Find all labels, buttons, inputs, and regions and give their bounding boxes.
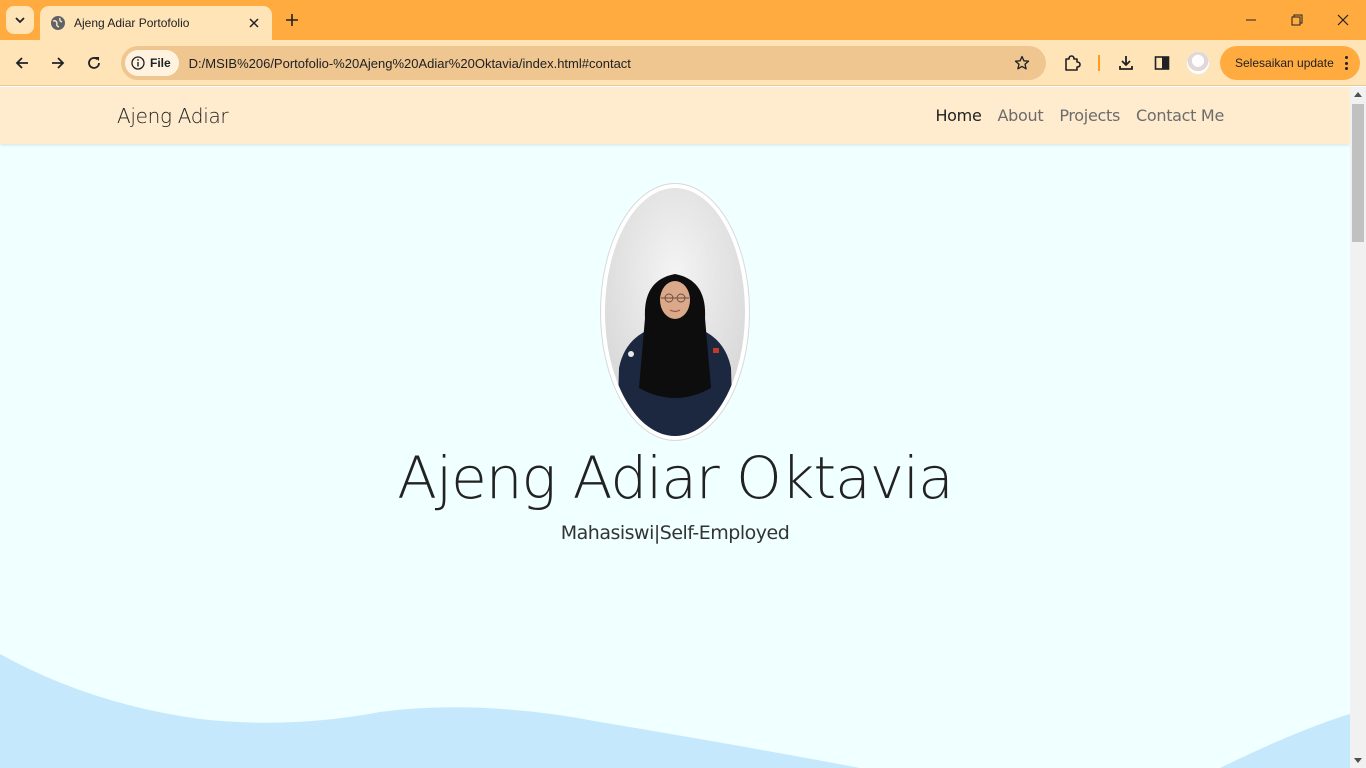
nav-link-projects[interactable]: Projects [1059,106,1120,125]
restore-button[interactable] [1274,0,1320,40]
chevron-down-icon [15,17,25,24]
hero-section: Ajeng Adiar Oktavia Mahasiswi|Self-Emplo… [0,144,1350,768]
extensions-button[interactable] [1058,49,1086,77]
site-navbar: Ajeng Adiar Home About Projects Contact … [0,87,1350,144]
profile-avatar[interactable] [1186,51,1210,75]
scroll-thumb[interactable] [1352,104,1364,242]
hero-subtitle: Mahasiswi|Self-Employed [560,522,790,544]
side-panel-button[interactable] [1148,49,1176,77]
tab-strip: Ajeng Adiar Portofolio [0,0,1366,40]
downloads-button[interactable] [1112,49,1140,77]
navbar-brand[interactable]: Ajeng Adiar [117,104,229,128]
hero-name: Ajeng Adiar Oktavia [397,444,953,512]
page-viewport: Ajeng Adiar Home About Projects Contact … [0,87,1350,768]
forward-button[interactable] [44,49,72,77]
globe-icon [50,15,66,31]
arrow-left-icon [15,57,28,69]
site-info-label: File [150,56,171,70]
update-button[interactable]: Selesaikan update [1220,46,1360,80]
wave-decoration [0,654,1350,768]
nav-link-contact[interactable]: Contact Me [1136,106,1224,125]
page-scrollbar[interactable] [1350,87,1366,768]
browser-toolbar: File D:/MSIB%206/Portofolio-%20Ajeng%20A… [0,40,1366,86]
close-window-button[interactable] [1320,0,1366,40]
nav-links: Home About Projects Contact Me [935,106,1224,125]
reload-button[interactable] [80,49,108,77]
back-button[interactable] [8,49,36,77]
star-icon [1014,55,1030,70]
info-icon [131,56,145,70]
puzzle-icon [1065,55,1081,71]
scroll-up-arrow-icon[interactable] [1354,92,1362,97]
tab-title: Ajeng Adiar Portofolio [74,16,190,30]
plus-icon [286,14,298,26]
minimize-button[interactable] [1228,0,1274,40]
update-label: Selesaikan update [1235,56,1334,70]
toolbar-separator [1098,55,1100,71]
download-icon [1119,56,1133,70]
minimize-icon [1246,19,1256,21]
side-panel-icon [1154,56,1170,70]
arrow-right-icon [52,57,65,69]
address-bar[interactable]: File D:/MSIB%206/Portofolio-%20Ajeng%20A… [121,46,1046,80]
scroll-down-arrow-icon[interactable] [1354,758,1362,763]
profile-photo [600,183,750,441]
more-vert-icon [1344,56,1348,70]
reload-icon [88,57,100,69]
person-photo-illustration [605,188,745,436]
restore-icon [1291,14,1303,26]
close-tab-icon[interactable] [246,15,262,31]
new-tab-button[interactable] [280,8,304,32]
nav-link-about[interactable]: About [998,106,1044,125]
bookmark-star-button[interactable] [1008,49,1036,77]
close-icon [1337,14,1349,26]
tab-search-button[interactable] [6,6,34,34]
site-info-chip[interactable]: File [125,50,179,76]
nav-link-home[interactable]: Home [935,106,981,125]
browser-tab[interactable]: Ajeng Adiar Portofolio [40,6,272,40]
url-text[interactable]: D:/MSIB%206/Portofolio-%20Ajeng%20Adiar%… [189,56,1008,71]
